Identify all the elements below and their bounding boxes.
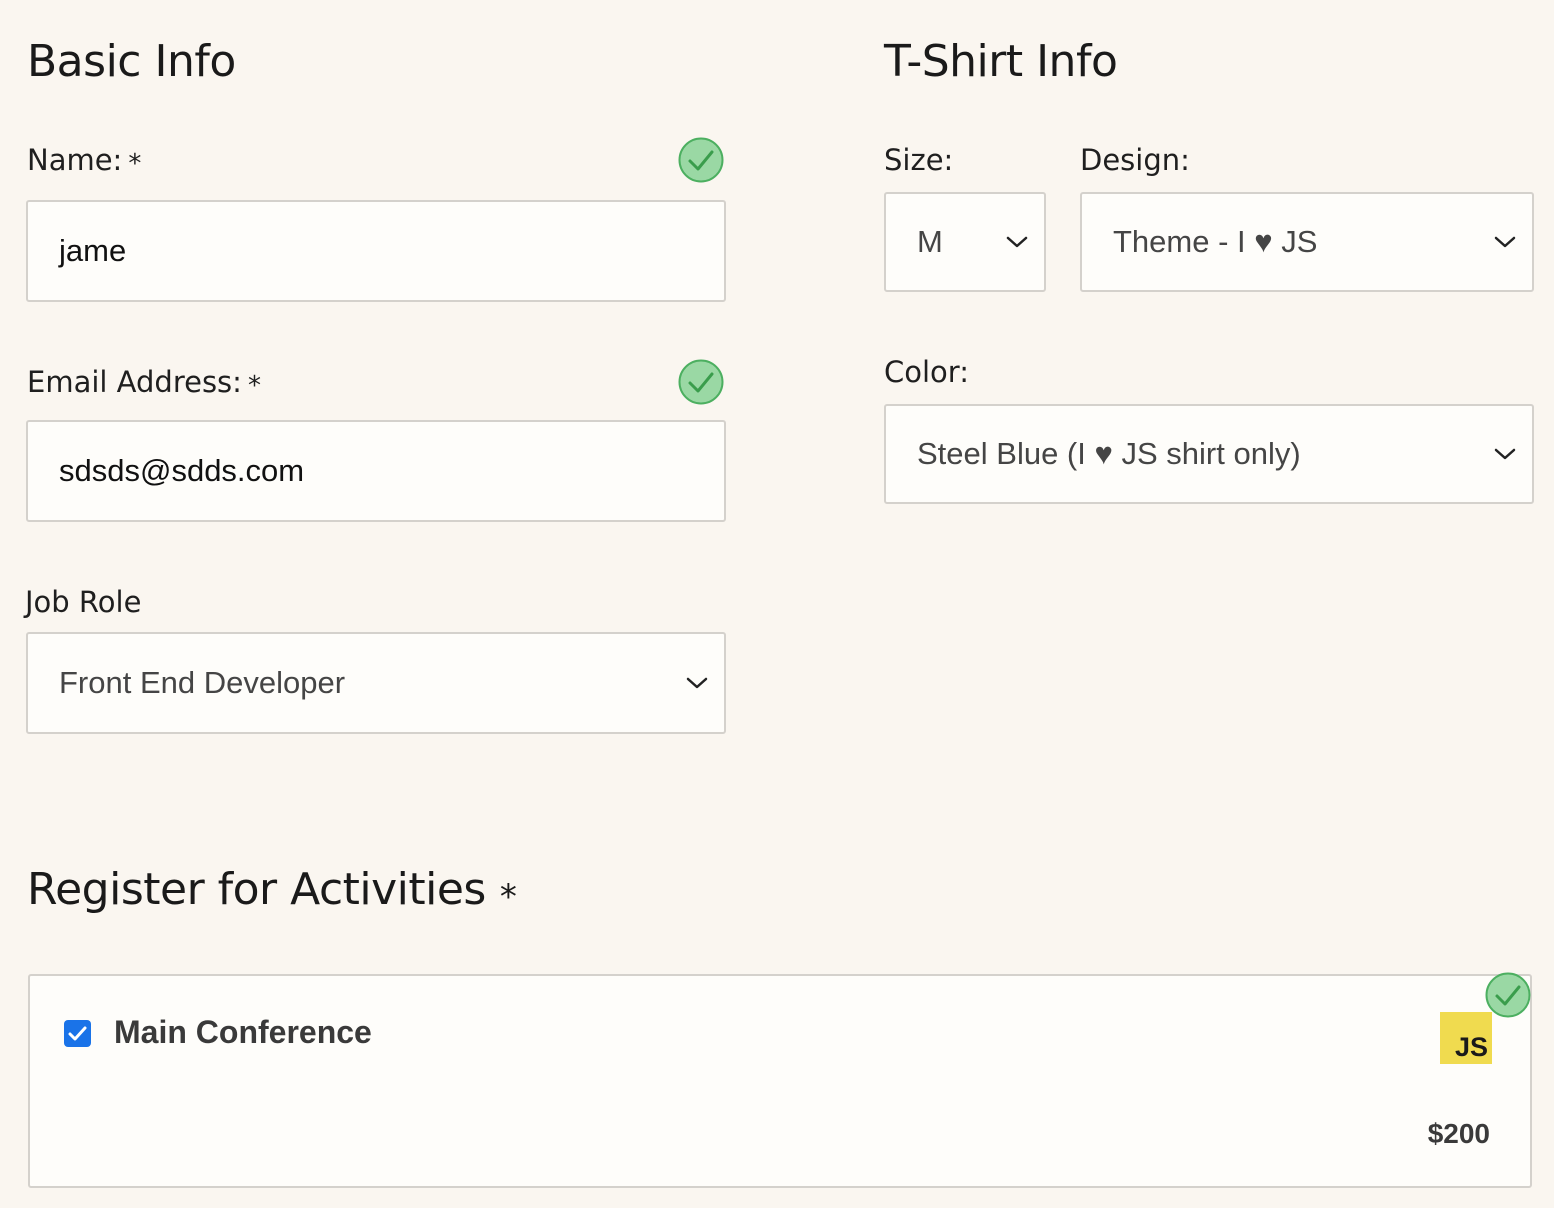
email-input-value: sdsds@sdds.com — [59, 453, 305, 488]
size-select[interactable]: M — [884, 192, 1046, 292]
activities-required-mark: * — [499, 877, 517, 917]
job-role-label: Job Role — [25, 585, 142, 619]
main-conference-label[interactable]: Main Conference — [114, 1014, 372, 1051]
color-label: Color: — [884, 355, 969, 389]
tshirt-info-heading: T-Shirt Info — [884, 36, 1118, 87]
name-label-text: Name: — [27, 143, 123, 177]
email-required-mark: * — [247, 371, 261, 401]
job-role-select[interactable]: Front End Developer — [26, 632, 726, 734]
name-input-value: jame — [59, 233, 127, 268]
main-conference-price: $200 — [1427, 1118, 1490, 1149]
name-valid-check-icon — [678, 137, 724, 183]
email-input[interactable]: sdsds@sdds.com — [26, 420, 726, 522]
job-role-selected-value: Front End Developer — [59, 665, 346, 700]
chevron-down-icon — [1494, 236, 1516, 248]
activities-fieldset: Main Conference JS $200 — [28, 974, 1532, 1188]
name-input[interactable]: jame — [26, 200, 726, 302]
activities-heading: Register for Activities * — [27, 864, 517, 917]
design-selected-value: Theme - I ♥ JS — [1113, 224, 1318, 259]
main-conference-checkbox[interactable] — [64, 1020, 91, 1047]
color-select[interactable]: Steel Blue (I ♥ JS shirt only) — [884, 404, 1534, 504]
color-selected-value: Steel Blue (I ♥ JS shirt only) — [917, 436, 1301, 471]
checkmark-icon — [68, 1026, 87, 1040]
js-logo-icon: JS — [1440, 1012, 1492, 1064]
size-label: Size: — [884, 143, 954, 177]
chevron-down-icon — [1006, 236, 1028, 248]
design-label: Design: — [1080, 143, 1190, 177]
email-label: Email Address: * — [27, 365, 261, 401]
basic-info-heading: Basic Info — [27, 36, 236, 87]
chevron-down-icon — [686, 677, 708, 689]
design-select[interactable]: Theme - I ♥ JS — [1080, 192, 1534, 292]
name-required-mark: * — [128, 149, 142, 179]
name-label: Name: * — [27, 143, 142, 179]
activities-heading-text: Register for Activities — [27, 864, 486, 915]
email-valid-check-icon — [678, 359, 724, 405]
email-label-text: Email Address: — [27, 365, 242, 399]
registration-form: Basic Info Name: * jame Email Address: * s… — [0, 0, 1554, 1208]
chevron-down-icon — [1494, 448, 1516, 460]
activities-valid-check-icon — [1485, 972, 1531, 1018]
size-selected-value: M — [917, 224, 943, 259]
